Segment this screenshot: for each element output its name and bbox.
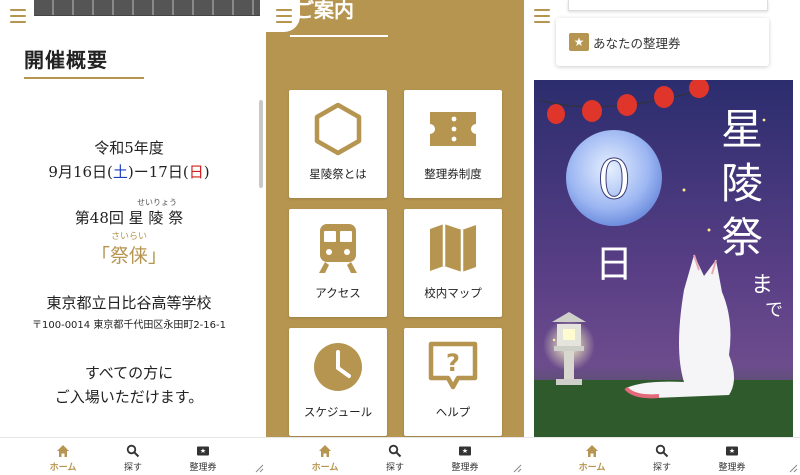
nav-ticket[interactable]: 整理券 [712, 438, 752, 475]
menu-icon[interactable] [276, 9, 292, 23]
bottom-nav: ホーム 探す 整理券 [524, 437, 800, 475]
made-char-1: ま [751, 273, 773, 298]
clock-icon [314, 343, 362, 391]
resize-grip-icon[interactable] [254, 463, 264, 473]
made-char-2: で [765, 300, 783, 321]
title-char-1: 星 [721, 105, 763, 154]
home-icon [57, 444, 69, 457]
event-dates: 9月16日(土)ー17日(日) [48, 163, 210, 181]
festival-name: 第48回 星 陵 祭 [74, 209, 184, 227]
nav-home[interactable]: ホーム [305, 438, 345, 475]
countdown-illustration: 0 日 星 陵 祭 ま で [534, 80, 793, 437]
guide-panel: ご案内 星陵祭とは 整理券制度 アクセス 校内マップ スケジュール ? ヘルプ … [266, 0, 524, 475]
days-count: 0 [597, 148, 631, 211]
menu-icon[interactable] [534, 9, 550, 23]
ticket-icon [430, 112, 476, 146]
nav-search[interactable]: 探す [375, 438, 415, 475]
map-icon [430, 224, 476, 272]
search-icon [126, 444, 140, 457]
countdown-panel: ★ あなたの整理券 0 日 星 陵 祭 ま で ホーム 探す 整理券 [524, 0, 800, 475]
title-char-2: 陵 [721, 159, 763, 208]
menu-icon[interactable] [10, 9, 26, 23]
tile-ticket-system[interactable]: 整理券制度 [404, 90, 502, 198]
svg-text:?: ? [446, 349, 460, 377]
train-icon [319, 224, 357, 273]
tile-help[interactable]: ? ヘルプ [404, 328, 502, 436]
search-icon [388, 444, 402, 457]
ticket-icon [197, 446, 209, 455]
bottom-nav: ホーム 探す 整理券 [0, 437, 266, 475]
nav-home[interactable]: ホーム [572, 438, 612, 475]
overview-heading: 開催概要 [24, 48, 108, 72]
saturday-mark: 土 [112, 163, 128, 181]
nav-search[interactable]: 探す [113, 438, 153, 475]
ticket-icon [459, 446, 471, 455]
ticket-icon [726, 446, 738, 455]
nav-ticket[interactable]: 整理券 [183, 438, 223, 475]
school-name: 東京都立日比谷高等学校 [46, 294, 212, 312]
tile-about[interactable]: 星陵祭とは [289, 90, 387, 198]
ticket-card-edge [568, 0, 768, 11]
sunday-mark: 日 [188, 163, 204, 181]
nav-search[interactable]: 探す [642, 438, 682, 475]
tile-schedule[interactable]: スケジュール [289, 328, 387, 436]
title-char-3: 祭 [721, 213, 763, 262]
nav-home[interactable]: ホーム [43, 438, 83, 475]
scrollbar[interactable] [259, 100, 263, 188]
tile-access[interactable]: アクセス [289, 209, 387, 317]
tile-campus-map[interactable]: 校内マップ [404, 209, 502, 317]
hexagon-icon [314, 102, 362, 156]
bottom-nav: ホーム 探す 整理券 [266, 437, 524, 475]
my-ticket-button[interactable]: ★ あなたの整理券 [556, 18, 769, 66]
day-unit: 日 [595, 242, 633, 286]
resize-grip-icon[interactable] [788, 463, 798, 473]
heading-underline [24, 77, 144, 79]
overview-panel: 開催概要 令和5年度 9月16日(土)ー17日(日) せいりょう 第48回 星 … [0, 0, 266, 475]
resize-grip-icon[interactable] [512, 463, 522, 473]
help-icon: ? [428, 341, 478, 390]
star-icon: ★ [569, 33, 589, 51]
search-icon [655, 444, 669, 457]
guide-title: ご案内 [294, 0, 354, 22]
nav-ticket[interactable]: 整理券 [445, 438, 485, 475]
home-icon [586, 444, 598, 457]
home-icon [319, 444, 331, 457]
guide-title-underline [290, 35, 388, 37]
welcome-line-1: すべての方に [84, 364, 174, 382]
header-photo [34, 0, 260, 16]
welcome-line-2: ご入場いただけます。 [54, 388, 204, 406]
era-text: 令和5年度 [94, 139, 164, 157]
festival-theme: 「祭俫」 [90, 245, 167, 267]
school-address: 〒100-0014 東京都千代田区永田町2-16-1 [32, 320, 226, 331]
